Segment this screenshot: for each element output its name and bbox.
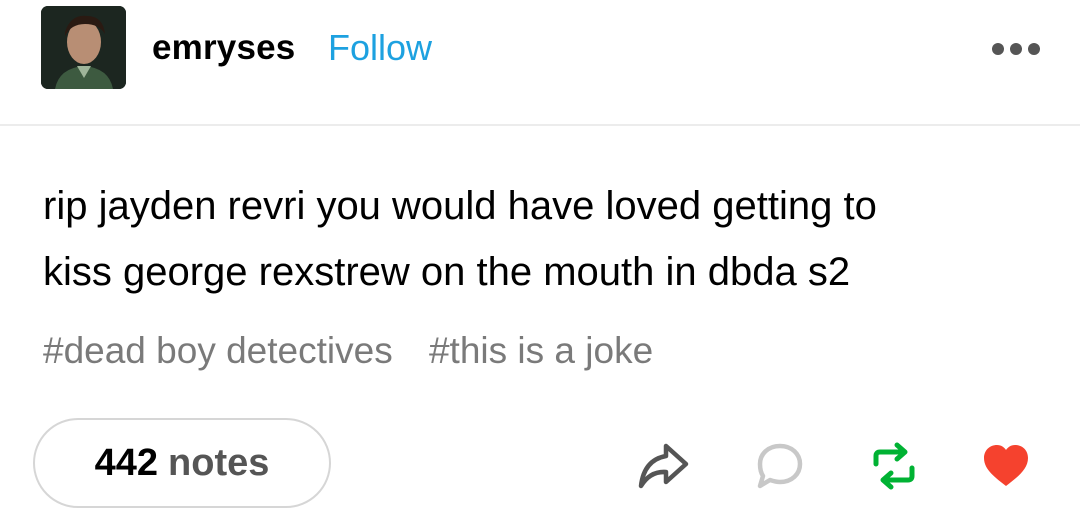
reply-bubble-icon[interactable] — [752, 440, 808, 492]
avatar[interactable] — [41, 6, 126, 89]
more-dots-icon[interactable] — [990, 40, 1042, 58]
post-tags: #dead boy detectives #this is a joke — [43, 330, 679, 372]
tumblr-post: emryses Follow rip jayden revri you woul… — [0, 0, 1080, 515]
username[interactable]: emryses — [152, 28, 295, 68]
follow-button[interactable]: Follow — [328, 27, 432, 69]
post-body-line: kiss george rexstrew on the mouth in dbd… — [43, 250, 851, 294]
avatar-image — [41, 6, 126, 89]
notes-label: notes — [168, 441, 270, 484]
post-header: emryses Follow — [0, 0, 1080, 126]
post-body: rip jayden revri you would have loved ge… — [43, 173, 1053, 305]
notes-button[interactable]: 442 notes — [33, 418, 331, 508]
tag-link[interactable]: #dead boy detectives — [43, 330, 393, 371]
notes-count: 442 — [94, 441, 159, 484]
share-arrow-icon[interactable] — [636, 440, 692, 492]
post-body-line: rip jayden revri you would have loved ge… — [43, 184, 877, 228]
reblog-icon[interactable] — [866, 440, 922, 492]
tag-link[interactable]: #this is a joke — [429, 330, 653, 371]
heart-icon[interactable] — [978, 440, 1034, 492]
